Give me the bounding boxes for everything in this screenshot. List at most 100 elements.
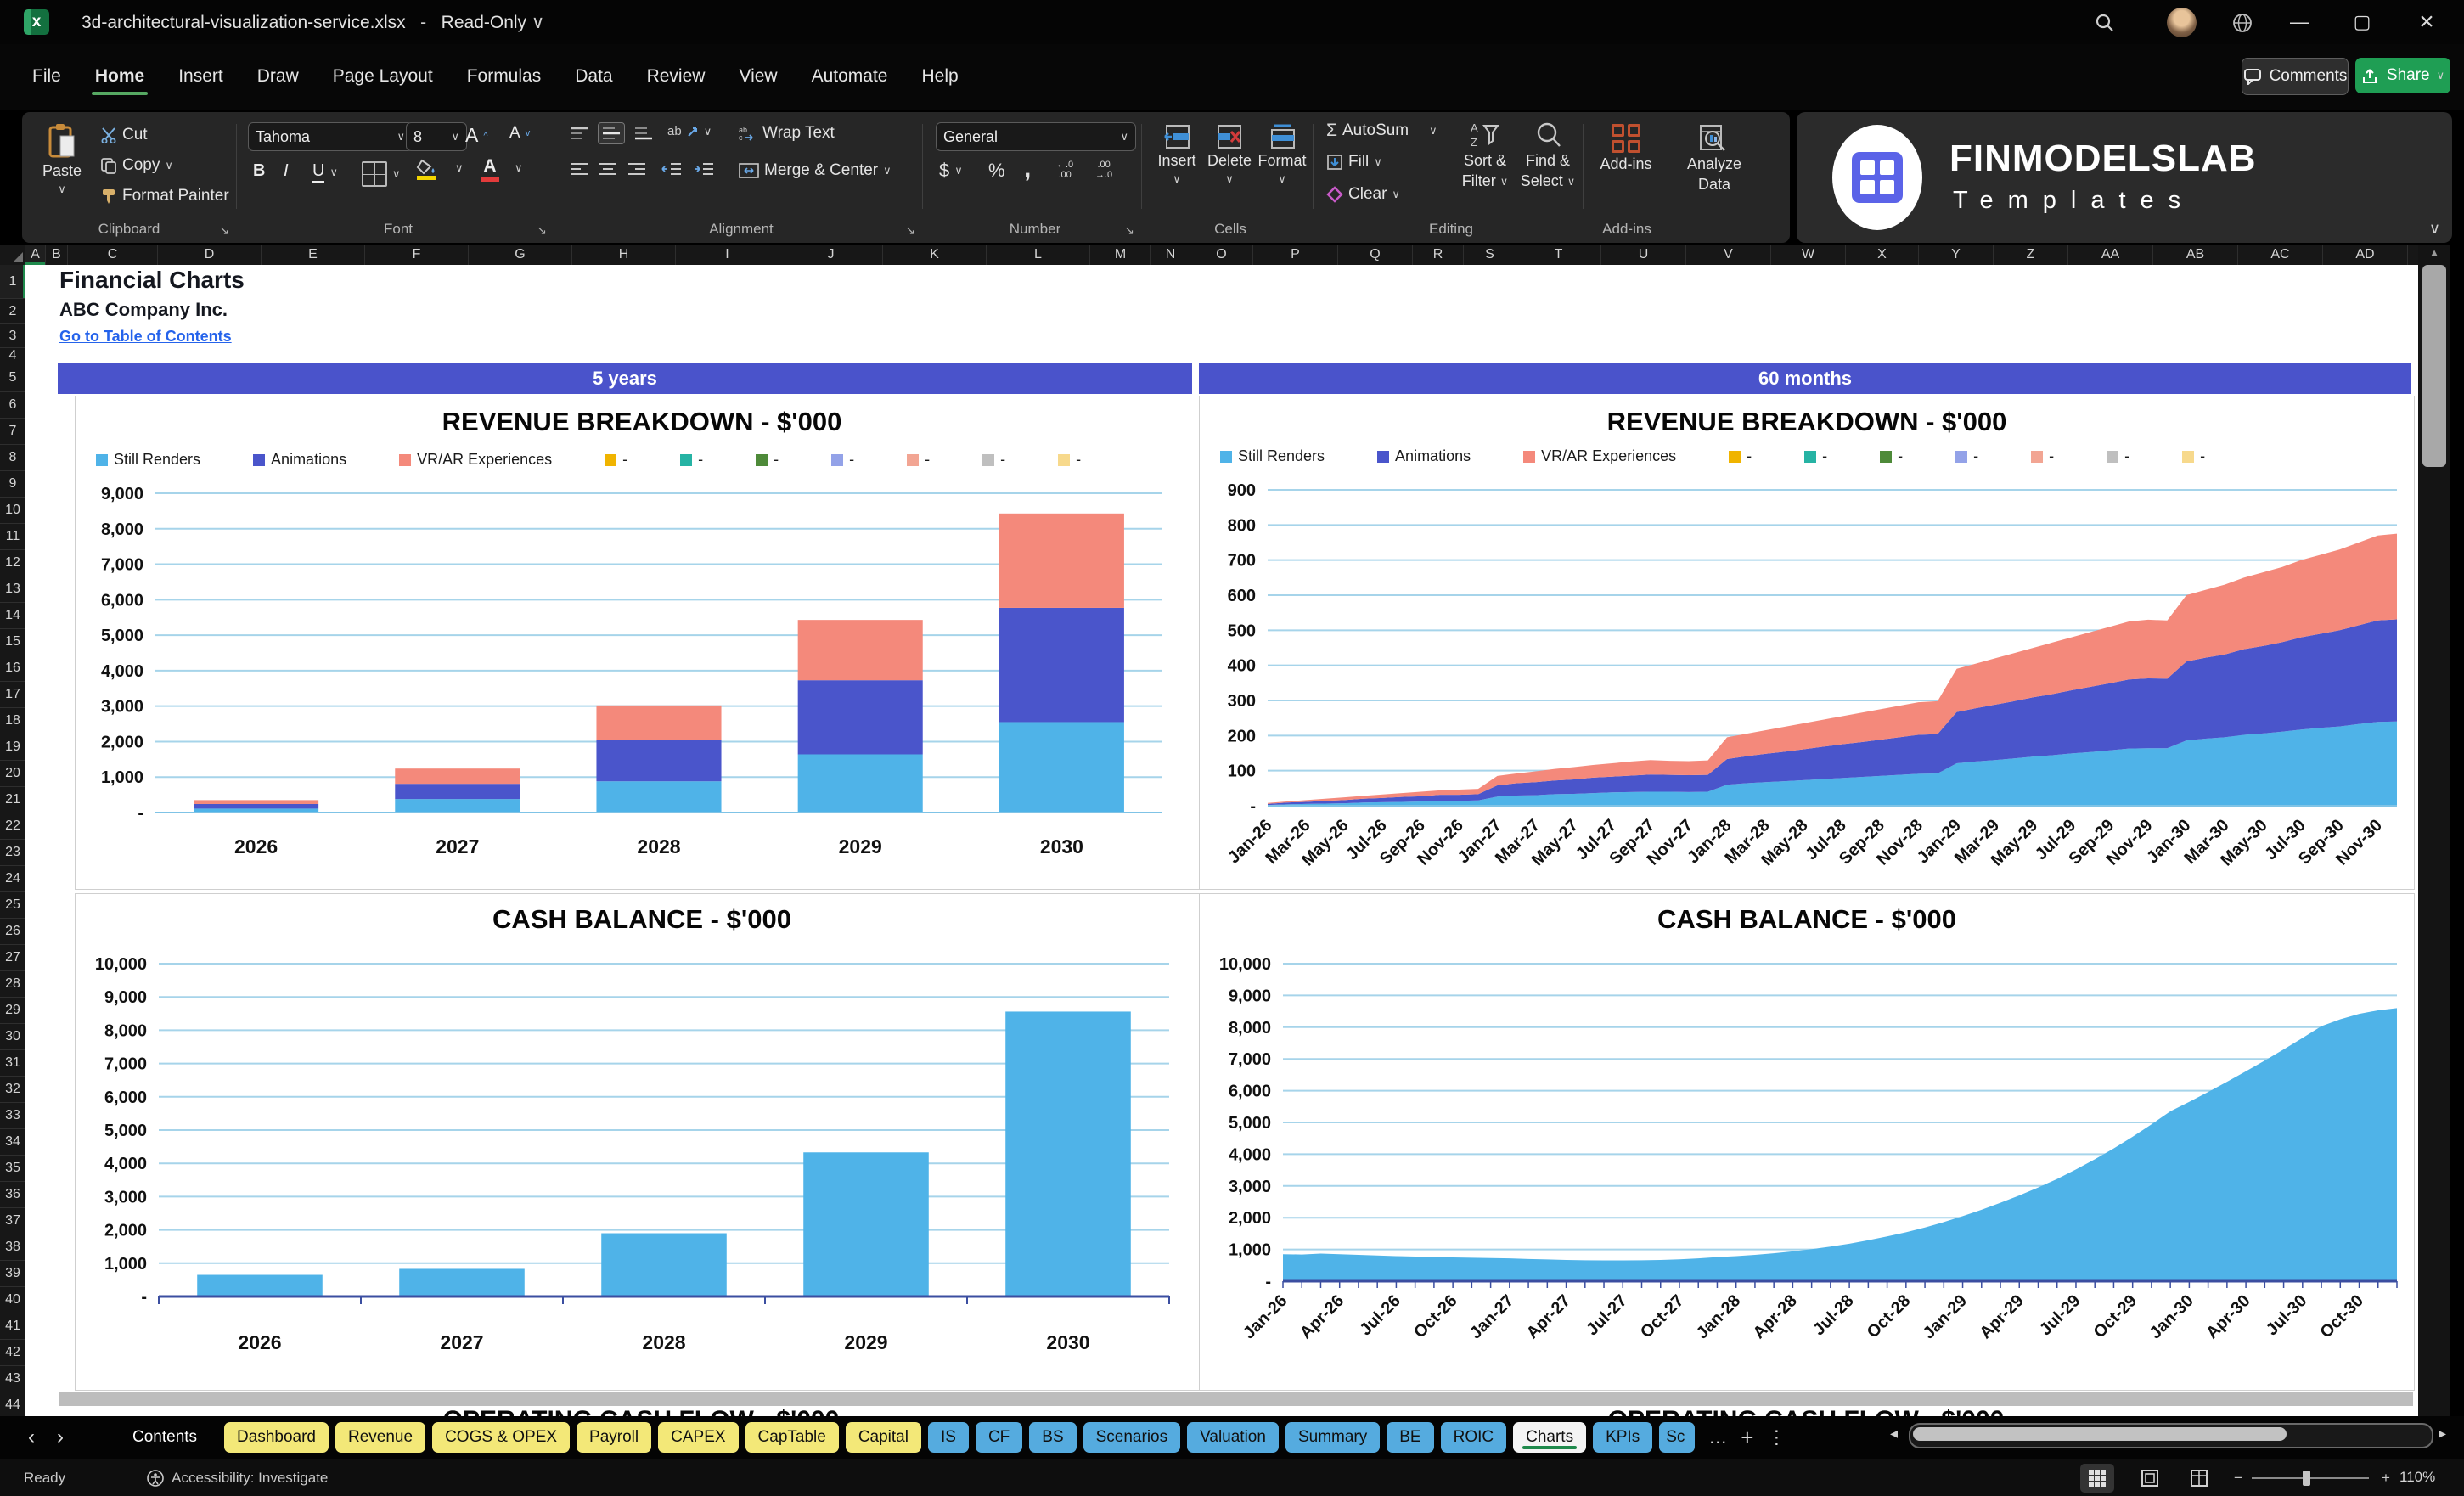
- insert-cells-button[interactable]: Insert ∨: [1151, 124, 1202, 186]
- row-header-11[interactable]: 11: [0, 524, 25, 550]
- ribbon-tab-insert[interactable]: Insert: [165, 59, 237, 93]
- sheet-tab-dashboard[interactable]: Dashboard: [224, 1422, 329, 1453]
- horizontal-scrollbar[interactable]: [1909, 1423, 2433, 1448]
- increase-decimal-button[interactable]: ←.0 .00: [1056, 160, 1073, 180]
- sheet-tab-is[interactable]: IS: [927, 1422, 969, 1453]
- accounting-format-button[interactable]: $ ∨: [939, 160, 963, 182]
- accessibility-status[interactable]: Accessibility: Investigate: [147, 1470, 328, 1487]
- underline-button[interactable]: U ∨: [312, 161, 338, 183]
- row-header-33[interactable]: 33: [0, 1103, 25, 1129]
- column-header-AC[interactable]: AC: [2238, 245, 2323, 265]
- column-header-AA[interactable]: AA: [2068, 245, 2153, 265]
- column-header-Q[interactable]: Q: [1338, 245, 1413, 265]
- chart-revenue-breakdown-60m[interactable]: REVENUE BREAKDOWN - $'000 Still Renders A…: [1199, 396, 2415, 890]
- sheet-tab-capex[interactable]: CAPEX: [658, 1422, 739, 1453]
- column-header-V[interactable]: V: [1686, 245, 1771, 265]
- align-top-button[interactable]: [569, 126, 589, 141]
- ribbon-tab-draw[interactable]: Draw: [244, 59, 312, 93]
- row-header-27[interactable]: 27: [0, 945, 25, 971]
- column-header-O[interactable]: O: [1190, 245, 1253, 265]
- search-icon[interactable]: [2090, 8, 2119, 37]
- sheet-tab-cf[interactable]: CF: [975, 1422, 1023, 1453]
- column-header-W[interactable]: W: [1771, 245, 1846, 265]
- sheet-tab-sc[interactable]: Sc: [1659, 1422, 1696, 1453]
- column-header-E[interactable]: E: [262, 245, 365, 265]
- ribbon-tab-home[interactable]: Home: [82, 59, 158, 95]
- column-header-D[interactable]: D: [158, 245, 262, 265]
- table-of-contents-link[interactable]: Go to Table of Contents: [59, 328, 232, 346]
- increase-indent-button[interactable]: [693, 161, 715, 177]
- ribbon-tab-review[interactable]: Review: [633, 59, 719, 93]
- row-header-10[interactable]: 10: [0, 498, 25, 524]
- row-header-1[interactable]: 1: [0, 265, 25, 299]
- clipboard-dialog-launcher-icon[interactable]: ↘: [219, 223, 229, 238]
- ribbon-tab-automate[interactable]: Automate: [798, 59, 902, 93]
- align-left-button[interactable]: [569, 161, 589, 177]
- row-header-32[interactable]: 32: [0, 1077, 25, 1103]
- column-header-X[interactable]: X: [1846, 245, 1919, 265]
- column-header-J[interactable]: J: [779, 245, 883, 265]
- sheet-tab-roic[interactable]: ROIC: [1440, 1422, 1507, 1453]
- row-header-25[interactable]: 25: [0, 892, 25, 919]
- sheet-tab-summary[interactable]: Summary: [1285, 1422, 1381, 1453]
- font-color-button[interactable]: A: [481, 156, 499, 182]
- sheet-tab-revenue[interactable]: Revenue: [335, 1422, 426, 1453]
- row-header-18[interactable]: 18: [0, 708, 25, 734]
- column-header-F[interactable]: F: [365, 245, 469, 265]
- new-sheet-button[interactable]: +: [1741, 1425, 1753, 1451]
- comments-button[interactable]: Comments: [2242, 58, 2349, 95]
- sheet-nav-right-icon[interactable]: ›: [46, 1426, 75, 1449]
- row-header-5[interactable]: 5: [0, 363, 25, 392]
- font-size-select[interactable]: 8 ∨: [406, 122, 467, 151]
- horizontal-scrollbar-thumb[interactable]: [1913, 1427, 2287, 1441]
- sheet-tab-captable[interactable]: CapTable: [745, 1422, 839, 1453]
- row-header-8[interactable]: 8: [0, 445, 25, 471]
- percent-style-button[interactable]: %: [988, 160, 1005, 182]
- borders-button[interactable]: ∨: [362, 161, 401, 187]
- cut-button[interactable]: Cut: [100, 126, 148, 144]
- sheet-tab-payroll[interactable]: Payroll: [577, 1422, 652, 1453]
- globe-icon[interactable]: [2228, 8, 2257, 37]
- row-header-22[interactable]: 22: [0, 813, 25, 840]
- row-header-40[interactable]: 40: [0, 1287, 25, 1313]
- zoom-out-button[interactable]: −: [2221, 1464, 2255, 1493]
- row-header-30[interactable]: 30: [0, 1024, 25, 1050]
- chart-revenue-breakdown-5y[interactable]: REVENUE BREAKDOWN - $'000 Still Renders A…: [75, 396, 1209, 890]
- zoom-level[interactable]: 110%: [2399, 1469, 2435, 1486]
- row-header-36[interactable]: 36: [0, 1182, 25, 1208]
- row-header-12[interactable]: 12: [0, 550, 25, 576]
- row-header-39[interactable]: 39: [0, 1261, 25, 1287]
- row-header-3[interactable]: 3: [0, 324, 25, 348]
- number-dialog-launcher-icon[interactable]: ↘: [1124, 223, 1134, 238]
- readonly-chevron-icon[interactable]: ∨: [532, 13, 544, 32]
- maximize-button[interactable]: ▢: [2345, 5, 2379, 39]
- ribbon-tab-view[interactable]: View: [725, 59, 790, 93]
- column-header-S[interactable]: S: [1464, 245, 1516, 265]
- row-header-14[interactable]: 14: [0, 603, 25, 629]
- row-header-7[interactable]: 7: [0, 419, 25, 445]
- chart-cash-balance-60m[interactable]: CASH BALANCE - $'000 - 1,000 2,000 3,000 4,0…: [1199, 893, 2415, 1391]
- vertical-scrollbar-thumb[interactable]: [2422, 265, 2446, 467]
- row-header-44[interactable]: 44: [0, 1392, 25, 1416]
- hscroll-right-icon[interactable]: ▸: [2439, 1425, 2446, 1443]
- row-header-6[interactable]: 6: [0, 392, 25, 419]
- column-header-AD[interactable]: AD: [2323, 245, 2408, 265]
- find-select-button[interactable]: Find & Select ∨: [1520, 121, 1576, 190]
- row-header-15[interactable]: 15: [0, 629, 25, 655]
- italic-button[interactable]: I: [284, 161, 289, 181]
- row-header-29[interactable]: 29: [0, 998, 25, 1024]
- sheet-nav-left-icon[interactable]: ‹: [17, 1426, 46, 1449]
- row-header-21[interactable]: 21: [0, 787, 25, 813]
- page-layout-view-button[interactable]: [2133, 1464, 2167, 1493]
- column-header-L[interactable]: L: [987, 245, 1090, 265]
- row-header-28[interactable]: 28: [0, 971, 25, 998]
- sheet-tab-be[interactable]: BE: [1387, 1422, 1434, 1453]
- column-header-R[interactable]: R: [1413, 245, 1464, 265]
- collapse-ribbon-chevron-icon[interactable]: ∨: [2429, 220, 2440, 238]
- row-header-42[interactable]: 42: [0, 1340, 25, 1366]
- row-header-9[interactable]: 9: [0, 471, 25, 498]
- orientation-button[interactable]: ab ∨: [667, 124, 712, 138]
- number-format-select[interactable]: General ∨: [936, 122, 1136, 151]
- paste-button[interactable]: Paste ∨: [34, 122, 90, 196]
- column-header-P[interactable]: P: [1253, 245, 1338, 265]
